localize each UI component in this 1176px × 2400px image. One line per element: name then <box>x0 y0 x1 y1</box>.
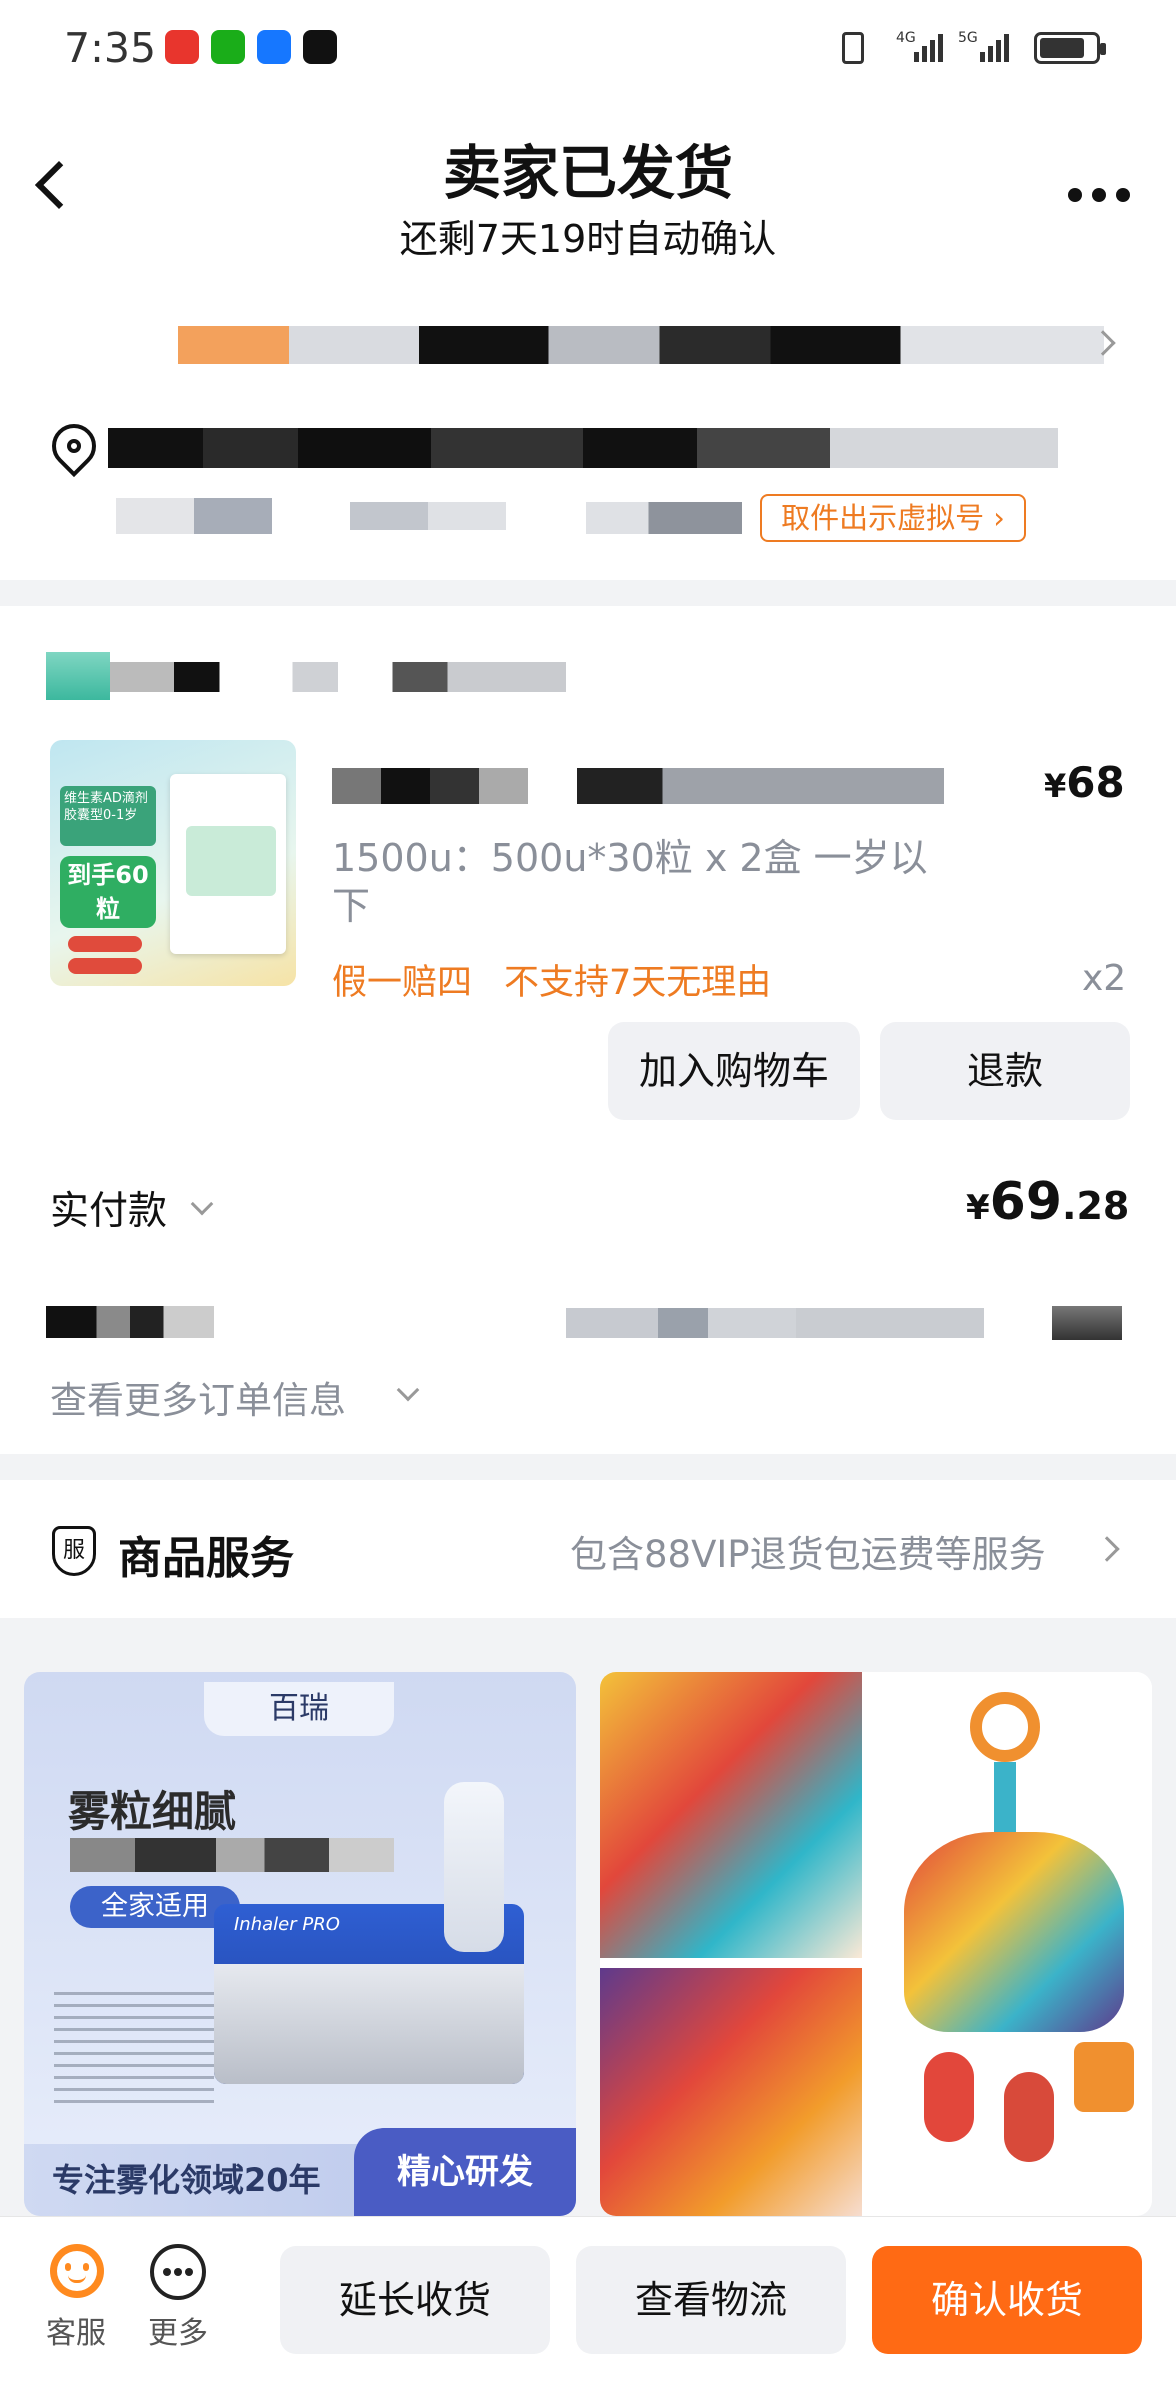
redacted-receiver <box>116 498 272 534</box>
price-currency: ¥ <box>1044 767 1067 805</box>
redacted-extra <box>586 502 742 534</box>
redacted-card-text <box>70 1838 394 1872</box>
product-image[interactable]: 维生素AD滴剂胶囊型0-1岁 到手60粒 <box>50 740 296 986</box>
tiktok-icon <box>303 30 337 64</box>
tag-fake-compensation: 假一赔四 <box>332 963 473 1003</box>
customer-service-button[interactable]: 客服 <box>40 2244 112 2356</box>
logistics-row[interactable] <box>40 312 1140 376</box>
product-spec: 1500u：500u*30粒 x 2盒 一岁以下 <box>332 836 928 928</box>
extend-receipt-button[interactable]: 延长收货 <box>280 2246 550 2354</box>
wechat-icon <box>211 30 245 64</box>
view-more-order-info[interactable]: 查看更多订单信息 <box>50 1370 450 1422</box>
redacted-address <box>108 428 1058 468</box>
paid-amount-dec: .28 <box>1062 1184 1130 1228</box>
service-title: 商品服务 <box>118 1533 294 1584</box>
toy-image-cube <box>600 1968 862 2216</box>
page-title: 卖家已发货 <box>442 139 733 207</box>
paid-amount-int: 69 <box>989 1172 1063 1232</box>
card-banner-right: 精心研发 <box>354 2128 576 2216</box>
app-notification-icon <box>165 30 199 64</box>
app-notification-icon <box>257 30 291 64</box>
service-description: 包含88VIP退货包运费等服务 <box>570 1533 1046 1576</box>
card-headline: 雾粒细腻 <box>68 1787 237 1836</box>
price-value: 68 <box>1066 758 1125 807</box>
redacted-order-label <box>46 1306 214 1338</box>
view-logistics-button[interactable]: 查看物流 <box>576 2246 846 2354</box>
brand-label: 百瑞 <box>204 1682 394 1736</box>
signal-4g-icon: 4G <box>896 30 948 66</box>
more-dot <box>1116 188 1130 202</box>
more-dot <box>1092 188 1106 202</box>
shop-logo <box>46 652 110 700</box>
product-image-subtitle: 维生素AD滴剂胶囊型0-1岁 <box>60 786 156 846</box>
more-options-button[interactable] <box>1060 176 1140 216</box>
chevron-down-icon <box>396 1378 420 1402</box>
signal-5g-icon: 5G <box>958 30 1018 66</box>
paid-amount: ¥69.28 <box>966 1172 1129 1232</box>
toy-image-book <box>600 1672 862 1958</box>
pickup-button-label: 取件出示虚拟号 <box>781 501 985 535</box>
auto-confirm-countdown: 还剩7天19时自动确认 <box>399 217 777 261</box>
paid-currency: ¥ <box>966 1188 990 1228</box>
customer-service-label: 客服 <box>46 2316 106 2351</box>
service-shield-icon: 服 <box>52 1526 96 1576</box>
more-icon <box>150 2244 206 2300</box>
customer-service-icon <box>50 2244 104 2298</box>
order-status-header <box>0 0 1176 580</box>
redacted-order-number <box>566 1308 984 1338</box>
redacted-copy-button[interactable] <box>1052 1306 1122 1340</box>
recommend-card-nebulizer[interactable]: 百瑞 雾粒细腻 全家适用 Inhaler PRO 专注雾化领域20年 精心研发 <box>24 1672 576 2216</box>
more-dot <box>1068 188 1082 202</box>
status-time: 7:35 <box>64 24 157 72</box>
refund-button[interactable]: 退款 <box>880 1022 1130 1120</box>
redacted-product-title[interactable] <box>332 768 944 804</box>
more-button[interactable]: 更多 <box>142 2244 214 2356</box>
confirm-receipt-button[interactable]: 确认收货 <box>872 2246 1142 2354</box>
product-quantity: x2 <box>1082 958 1127 999</box>
product-price: ¥68 <box>1044 758 1125 807</box>
redacted-phone <box>350 502 506 530</box>
toy-image-hanging <box>874 1672 1152 2216</box>
paid-amount-label[interactable]: 实付款 <box>50 1180 167 1236</box>
redacted-logistics-text <box>178 326 1104 364</box>
chevron-right-icon: › <box>984 501 1005 535</box>
add-to-cart-button[interactable]: 加入购物车 <box>608 1022 860 1120</box>
pickup-virtual-number-button[interactable]: 取件出示虚拟号 › <box>760 494 1026 542</box>
tag-no-7day-return: 不支持7天无理由 <box>504 963 772 1003</box>
product-image-badge: 到手60粒 <box>60 856 156 928</box>
vibrate-icon <box>842 32 864 64</box>
more-label: 更多 <box>148 2316 208 2351</box>
battery-icon <box>1034 32 1106 64</box>
service-icon-char: 服 <box>62 1538 85 1563</box>
device-label: Inhaler PRO <box>234 1914 340 1935</box>
view-more-label: 查看更多订单信息 <box>50 1379 346 1422</box>
recommend-card-baby-toys[interactable] <box>600 1672 1152 2216</box>
redacted-shop-name[interactable] <box>110 662 566 692</box>
device-tube-image <box>444 1782 504 1952</box>
